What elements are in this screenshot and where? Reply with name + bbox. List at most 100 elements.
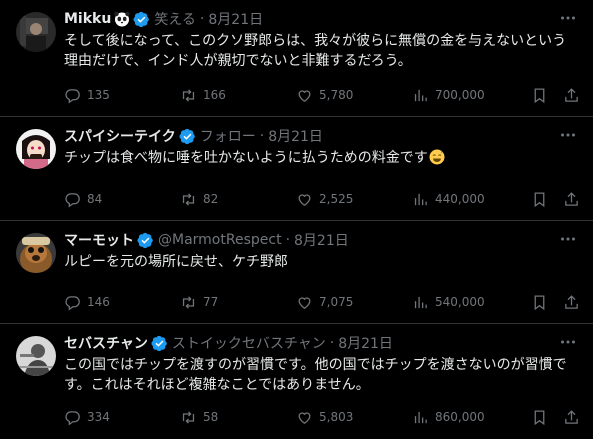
more-options-icon[interactable] [557,8,579,28]
tweet[interactable]: Mikku 笑える · 8月21日 そして後になって、このクソ野郎らは、我々が彼… [0,0,593,117]
views-count: 700,000 [435,88,485,102]
separator-dot: · [329,335,335,351]
retweet-count: 58 [203,410,219,424]
tweet-text: チップは食べ物に唾を吐かないように払うための料金です [64,150,428,166]
display-name[interactable]: スパイシーテイク [64,126,176,146]
avatar[interactable] [16,129,56,169]
retweet-icon [182,88,195,102]
tweet[interactable]: セバスチャン ストイックセバスチャン · 8月21日 この国ではチップを渡すのが… [0,324,593,439]
reply-button[interactable]: 84 [64,191,180,208]
views-button[interactable]: 860,000 [412,409,531,426]
views-count: 440,000 [435,192,485,206]
tweet-text-container: チップは食べ物に唾を吐かないように払うための料金です [64,148,569,168]
verified-badge-icon [133,11,150,28]
timestamp[interactable]: 8月21日 [268,126,323,146]
views-count: 540,000 [435,295,485,309]
handle[interactable]: フォロー [200,126,256,146]
timestamp[interactable]: 8月21日 [208,9,263,29]
sweat-smile-emoji-icon [429,149,445,165]
views-icon [414,411,427,423]
retweet-button[interactable]: 82 [180,191,296,208]
tweet-text: そして後になって、このクソ野郎らは、我々が彼らに無償の金を与えないという理由だけ… [64,33,567,69]
like-count: 7,075 [319,295,354,309]
reply-button[interactable]: 334 [64,409,180,426]
share-icon[interactable] [563,408,581,426]
action-bar: 146 77 7,075 540,000 [64,293,581,311]
tweet[interactable]: スパイシーテイク フォロー · 8月21日 チップは食べ物に唾を吐かないように払… [0,117,593,221]
avatar[interactable] [16,233,56,273]
views-button[interactable]: 700,000 [412,87,531,104]
reply-button[interactable]: 146 [64,294,180,311]
reply-count: 84 [87,192,103,206]
heart-icon [298,411,311,424]
more-options-icon[interactable] [557,229,579,249]
avatar[interactable] [16,336,56,376]
share-icon[interactable] [563,190,581,208]
bookmark-icon[interactable] [531,408,549,426]
heart-icon [298,193,311,206]
timeline-feed: Mikku 笑える · 8月21日 そして後になって、このクソ野郎らは、我々が彼… [0,0,593,439]
handle[interactable]: 笑える [154,9,196,29]
reply-icon [65,192,80,207]
like-button[interactable]: 5,803 [296,409,412,426]
views-icon [414,89,427,101]
heart-icon [298,296,311,309]
retweet-icon [182,192,195,206]
reply-icon [65,295,80,310]
retweet-icon [182,410,195,424]
share-icon[interactable] [563,86,581,104]
retweet-button[interactable]: 58 [180,409,296,426]
display-name[interactable]: セバスチャン [64,333,148,353]
tweet-text: この国ではチップを渡すのが習慣です。他の国ではチップを渡さないのが習慣です。これ… [64,357,567,393]
panda-face-icon [114,11,131,27]
like-count: 5,780 [319,88,354,102]
verified-badge-icon [179,128,196,145]
verified-badge-icon [137,232,154,249]
retweet-icon [182,295,195,309]
bookmark-icon[interactable] [531,86,549,104]
views-icon [414,296,427,308]
handle[interactable]: ストイックセバスチャン [172,333,326,353]
verified-badge-icon [151,335,168,352]
action-bar: 84 82 2,525 440,000 [64,190,581,208]
like-button[interactable]: 2,525 [296,191,412,208]
like-count: 5,803 [319,410,354,424]
retweet-count: 77 [203,295,219,309]
avatar[interactable] [16,12,56,52]
reply-icon [65,88,80,103]
separator-dot: · [199,11,205,27]
like-button[interactable]: 5,780 [296,87,412,104]
retweet-count: 166 [203,88,226,102]
views-count: 860,000 [435,410,485,424]
reply-button[interactable]: 135 [64,87,180,104]
separator-dot: · [285,232,291,248]
more-options-icon[interactable] [557,332,579,352]
like-button[interactable]: 7,075 [296,294,412,311]
action-bar: 334 58 5,803 860,000 [64,408,581,426]
reply-count: 146 [87,295,110,309]
bookmark-icon[interactable] [531,190,549,208]
tweet-text: ルピーを元の場所に戻せ、ケチ野郎 [64,254,288,270]
action-bar: 135 166 5,780 700,000 [64,86,581,104]
like-count: 2,525 [319,192,354,206]
heart-icon [298,89,311,102]
display-name[interactable]: マーモット [64,230,134,250]
tweet[interactable]: マーモット @MarmotRespect · 8月21日 ルピーを元の場所に戻せ… [0,221,593,324]
bookmark-icon[interactable] [531,293,549,311]
views-button[interactable]: 440,000 [412,191,531,208]
retweet-count: 82 [203,192,219,206]
more-options-icon[interactable] [557,125,579,145]
reply-count: 334 [87,410,110,424]
reply-count: 135 [87,88,110,102]
timestamp[interactable]: 8月21日 [294,230,349,250]
share-icon[interactable] [563,293,581,311]
display-name[interactable]: Mikku [64,11,111,27]
retweet-button[interactable]: 166 [180,87,296,104]
timestamp[interactable]: 8月21日 [338,333,393,353]
handle[interactable]: @MarmotRespect [158,232,282,248]
views-icon [414,193,427,205]
separator-dot: · [259,128,265,144]
retweet-button[interactable]: 77 [180,294,296,311]
views-button[interactable]: 540,000 [412,294,531,311]
reply-icon [65,410,80,425]
